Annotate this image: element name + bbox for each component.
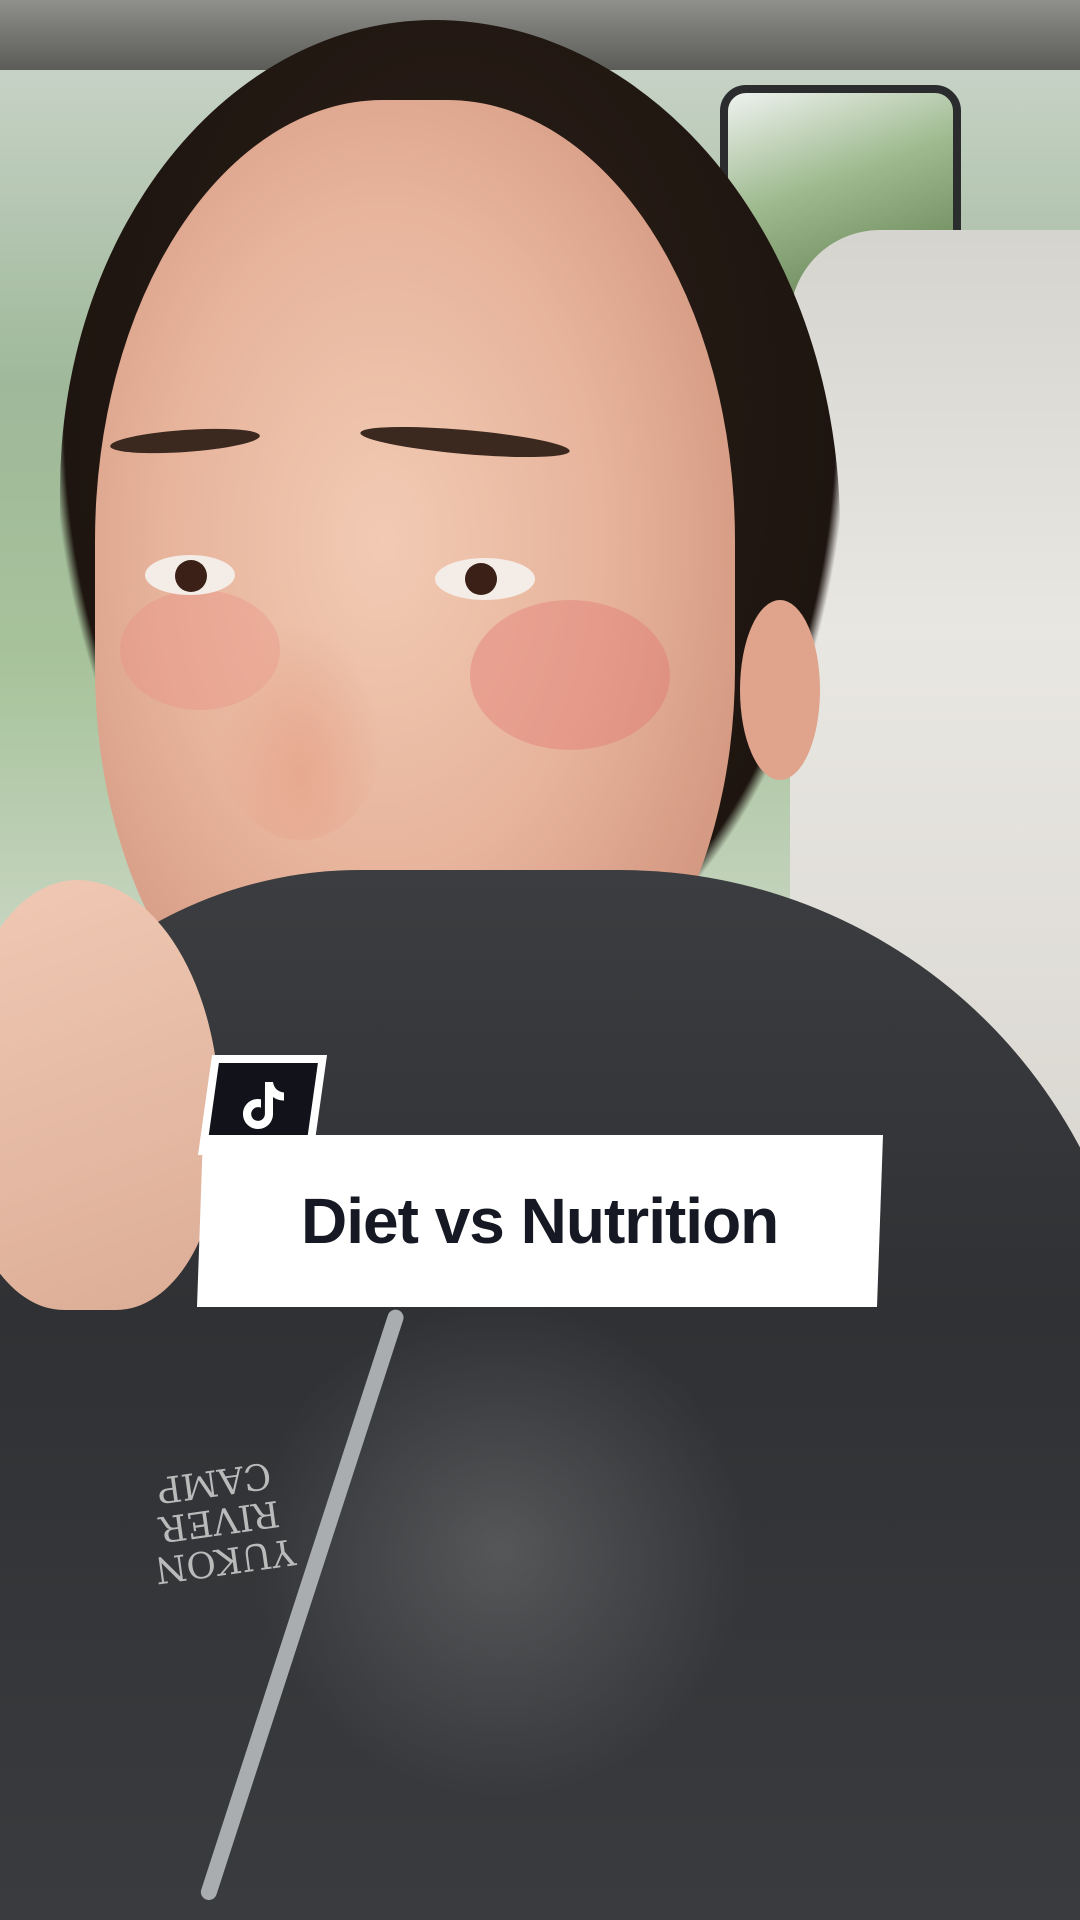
title-card: Diet vs Nutrition (196, 1135, 884, 1307)
video-frame[interactable]: YUKON RIVER CAMP Diet vs Nutrition (0, 0, 1080, 1920)
tiktok-logo-icon (242, 1082, 284, 1129)
nose (215, 620, 385, 840)
cheek-right (470, 600, 670, 750)
video-title: Diet vs Nutrition (301, 1185, 779, 1257)
eye-right (435, 558, 535, 600)
eye-left (145, 555, 235, 595)
ear (740, 600, 820, 780)
video-scene: YUKON RIVER CAMP (0, 0, 1080, 1920)
